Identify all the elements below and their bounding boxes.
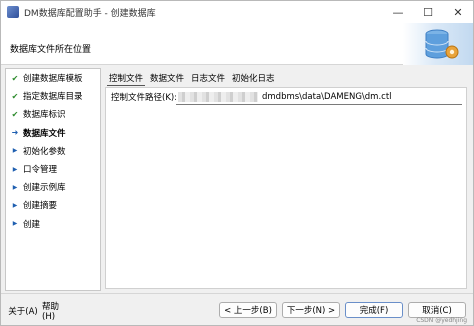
triangle-right-icon: ▶ bbox=[12, 183, 18, 191]
step-label: 创建 bbox=[23, 219, 41, 230]
control-file-path-input[interactable]: dmdbms\data\DAMENG\dm.ctl bbox=[176, 90, 462, 105]
control-file-path-value: dmdbms\data\DAMENG\dm.ctl bbox=[262, 92, 392, 102]
step-create[interactable]: ▶ 创建 bbox=[6, 215, 100, 233]
maximize-button[interactable]: ☐ bbox=[413, 1, 443, 23]
step-label: 指定数据库目录 bbox=[23, 92, 83, 103]
triangle-right-icon: ▶ bbox=[12, 220, 18, 228]
page-title: 数据库文件所在位置 bbox=[10, 45, 92, 55]
step-label: 数据库文件 bbox=[23, 128, 66, 139]
app-icon bbox=[7, 6, 19, 18]
redacted-path-prefix bbox=[178, 92, 258, 102]
app-window: DM数据库配置助手 - 创建数据库 — ☐ ✕ 数据库文件所在位置 ✔ 创建数据… bbox=[0, 0, 474, 326]
help-button[interactable]: 帮助(H) bbox=[41, 302, 73, 322]
step-create-template[interactable]: ✔ 创建数据库模板 bbox=[6, 69, 100, 87]
window-controls: — ☐ ✕ bbox=[383, 1, 473, 23]
step-sample-db[interactable]: ▶ 创建示例库 bbox=[6, 178, 100, 196]
step-db-directory[interactable]: ✔ 指定数据库目录 bbox=[6, 87, 100, 105]
step-label: 创建数据库模板 bbox=[23, 74, 83, 85]
check-icon: ✔ bbox=[11, 73, 19, 83]
back-button[interactable]: < 上一步(B) bbox=[219, 302, 277, 318]
step-summary[interactable]: ▶ 创建摘要 bbox=[6, 196, 100, 214]
step-label: 数据库标识 bbox=[23, 110, 66, 121]
tab-log-files[interactable]: 日志文件 bbox=[189, 72, 227, 86]
database-gear-icon bbox=[425, 29, 459, 59]
step-init-params[interactable]: ▶ 初始化参数 bbox=[6, 142, 100, 160]
step-db-files[interactable]: ➜ 数据库文件 bbox=[6, 124, 100, 142]
watermark: CSDN @yedhjing bbox=[416, 317, 467, 324]
close-button[interactable]: ✕ bbox=[443, 1, 473, 23]
next-button[interactable]: 下一步(N) > bbox=[282, 302, 340, 318]
tab-init-log[interactable]: 初始化日志 bbox=[230, 72, 277, 86]
tab-data-files[interactable]: 数据文件 bbox=[148, 72, 186, 86]
main-panel: 控制文件 数据文件 日志文件 初始化日志 控制文件路径(K): dmdbms\d… bbox=[105, 68, 469, 291]
step-label: 初始化参数 bbox=[23, 146, 66, 157]
finish-button[interactable]: 完成(F) bbox=[345, 302, 403, 318]
control-file-path-label: 控制文件路径(K): bbox=[111, 93, 178, 103]
step-password[interactable]: ▶ 口令管理 bbox=[6, 160, 100, 178]
bottom-divider bbox=[1, 293, 473, 294]
step-label: 创建摘要 bbox=[23, 201, 58, 212]
step-label: 口令管理 bbox=[23, 165, 58, 176]
triangle-right-icon: ▶ bbox=[12, 201, 18, 209]
check-icon: ✔ bbox=[11, 91, 19, 101]
triangle-right-icon: ▶ bbox=[12, 165, 18, 173]
tab-bar: 控制文件 数据文件 日志文件 初始化日志 bbox=[107, 72, 280, 86]
step-label: 创建示例库 bbox=[23, 183, 66, 194]
tab-content: 控制文件路径(K): dmdbms\data\DAMENG\dm.ctl bbox=[105, 87, 467, 289]
title-bar: DM数据库配置助手 - 创建数据库 — ☐ ✕ bbox=[1, 1, 473, 23]
step-db-identity[interactable]: ✔ 数据库标识 bbox=[6, 105, 100, 123]
check-icon: ✔ bbox=[11, 109, 19, 119]
header-art bbox=[403, 23, 473, 65]
triangle-right-icon: ▶ bbox=[12, 147, 18, 155]
header-banner: 数据库文件所在位置 bbox=[1, 23, 473, 65]
about-button[interactable]: 关于(A) bbox=[7, 303, 39, 319]
arrow-right-icon: ➜ bbox=[11, 128, 19, 138]
cancel-button[interactable]: 取消(C) bbox=[408, 302, 466, 318]
tab-control-file[interactable]: 控制文件 bbox=[107, 72, 146, 86]
minimize-button[interactable]: — bbox=[383, 1, 413, 23]
steps-sidebar: ✔ 创建数据库模板 ✔ 指定数据库目录 ✔ 数据库标识 ➜ 数据库文件 ▶ 初始… bbox=[5, 68, 101, 291]
window-title: DM数据库配置助手 - 创建数据库 bbox=[24, 8, 156, 19]
